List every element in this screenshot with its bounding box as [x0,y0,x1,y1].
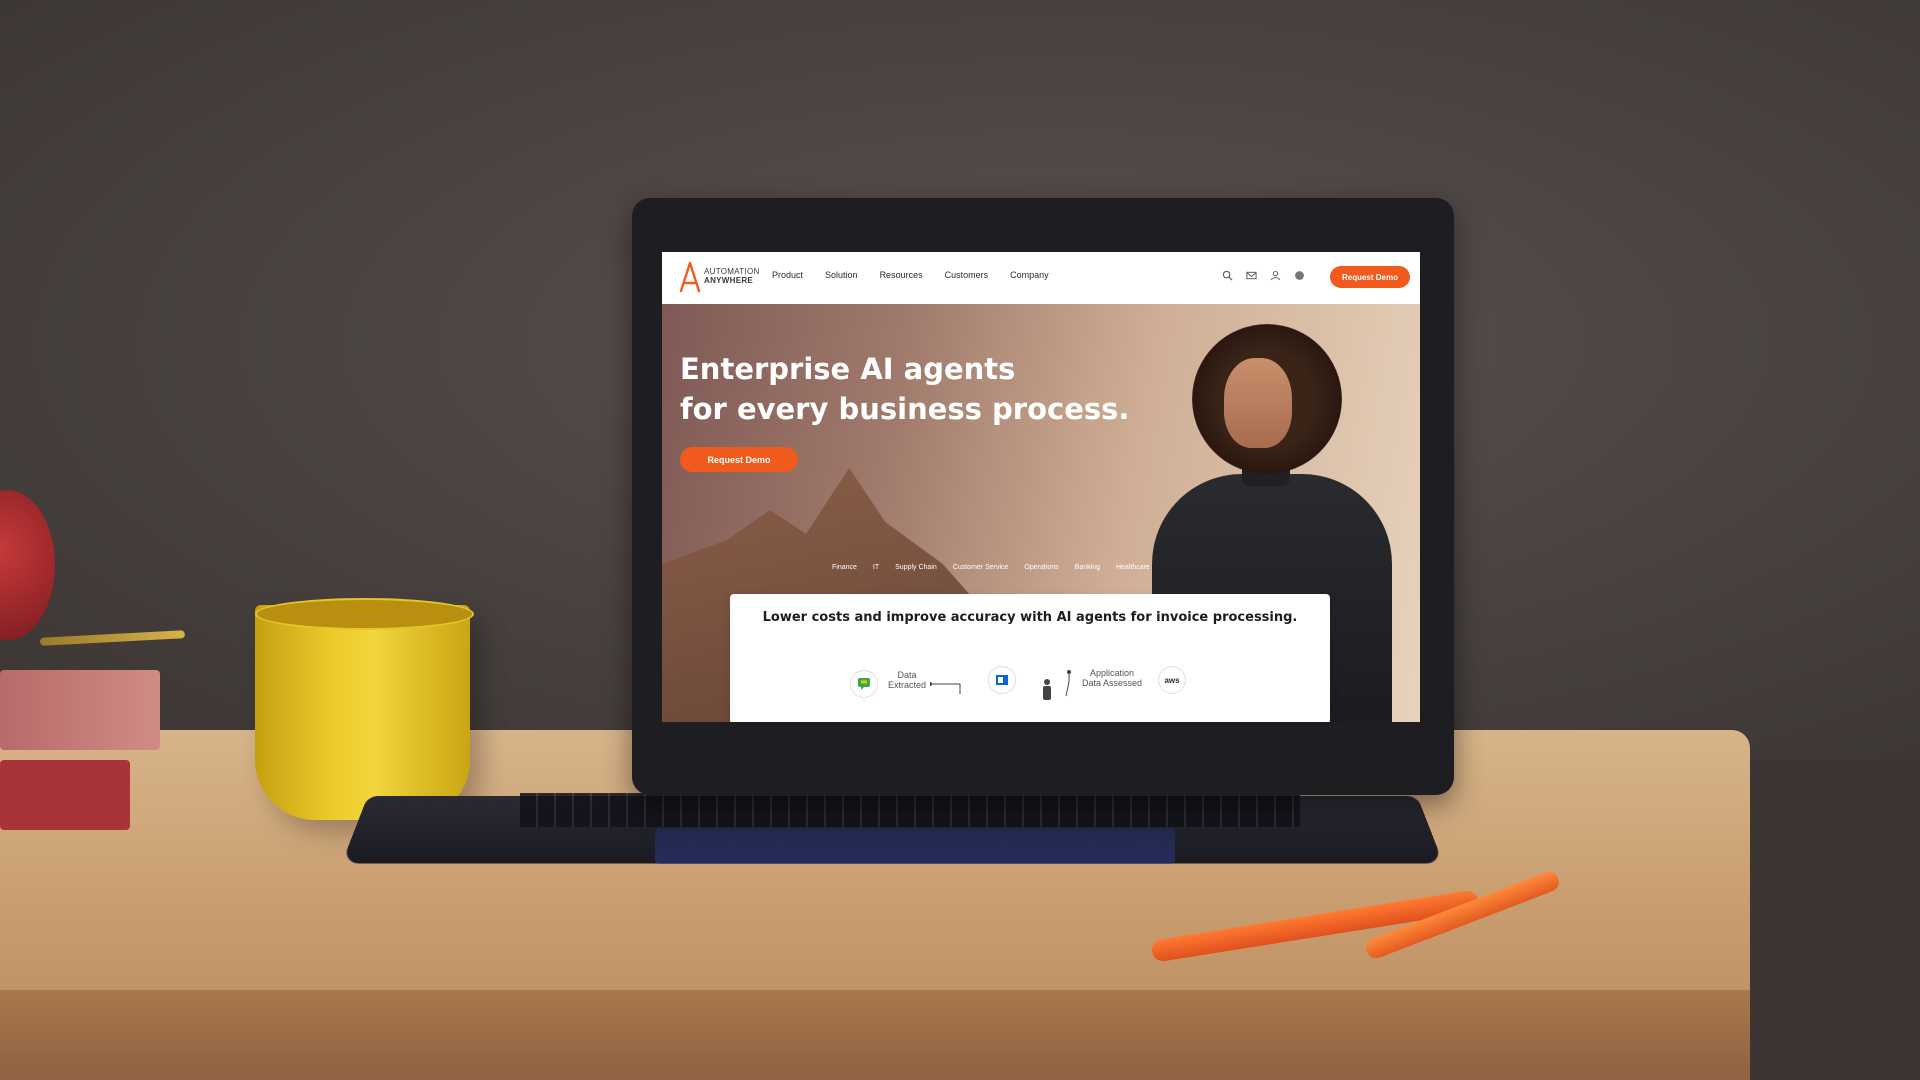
floor-shadow [1750,760,1920,1080]
red-book [0,760,130,830]
industry-tabs: Finance IT Supply Chain Customer Service… [832,564,1150,571]
site-navbar: AUTOMATION ANYWHERE Product Solution Res… [662,252,1420,304]
main-menu: Product Solution Resources Customers Com… [772,270,1049,280]
connector-line [930,682,970,702]
invoice-card: Lower costs and improve accuracy with AI… [730,594,1330,722]
tab-supply-chain[interactable]: Supply Chain [895,564,937,571]
hero-title: Enterprise AI agents for every business … [680,349,1140,429]
step1-line2: Extracted [882,680,932,690]
hero-title-line2: for every business process. [680,389,1140,429]
process-flow: Data Extracted Application Data Assessed… [850,662,1210,712]
tab-finance[interactable]: Finance [832,564,857,571]
outlook-logo-icon [995,673,1009,687]
nav-icons [1222,270,1305,281]
aws-icon: aws [1158,666,1186,694]
mail-icon[interactable] [1246,270,1257,281]
logo-line2: ANYWHERE [704,276,760,285]
nav-customers[interactable]: Customers [945,270,989,280]
nav-resources[interactable]: Resources [880,270,923,280]
step2-line2: Data Assessed [1072,678,1152,688]
hero-request-demo-button[interactable]: Request Demo [680,447,798,472]
tab-it[interactable]: IT [873,564,879,571]
chat-bubble-icon [857,677,871,691]
logo-text: AUTOMATION ANYWHERE [704,267,760,285]
tab-banking[interactable]: Banking [1075,564,1100,571]
laptop-screen: AUTOMATION ANYWHERE Product Solution Res… [662,252,1420,722]
aws-label: aws [1164,676,1179,685]
logo-a-icon [678,261,702,293]
step-application-assessed: Application Data Assessed [1072,668,1152,688]
book-stack [0,670,160,750]
tab-operations[interactable]: Operations [1024,564,1058,571]
tab-healthcare[interactable]: Healthcare [1116,564,1150,571]
laptop-keyboard [520,793,1300,827]
logo-line1: AUTOMATION [704,267,760,276]
outlook-icon [988,666,1016,694]
person-face [1224,358,1292,448]
step2-line1: Application [1072,668,1152,678]
mug-rim [255,598,474,630]
person-figure-icon [1040,676,1054,706]
brand-logo[interactable]: AUTOMATION ANYWHERE [678,261,760,295]
chat-icon [850,670,878,698]
table-edge [0,990,1750,1080]
globe-icon[interactable] [1294,270,1305,281]
yellow-mug [255,605,470,820]
tab-customer-service[interactable]: Customer Service [953,564,1009,571]
hero-section: Enterprise AI agents for every business … [662,304,1420,722]
hero-title-line1: Enterprise AI agents [680,349,1140,389]
nav-company[interactable]: Company [1010,270,1049,280]
user-icon[interactable] [1270,270,1281,281]
nav-solution[interactable]: Solution [825,270,858,280]
search-icon[interactable] [1222,270,1233,281]
card-headline: Lower costs and improve accuracy with AI… [730,610,1330,625]
nav-product[interactable]: Product [772,270,803,280]
step-data-extracted: Data Extracted [882,670,932,690]
laptop-trackpad [655,828,1175,864]
nav-request-demo-button[interactable]: Request Demo [1330,266,1410,288]
step1-line1: Data [882,670,932,680]
